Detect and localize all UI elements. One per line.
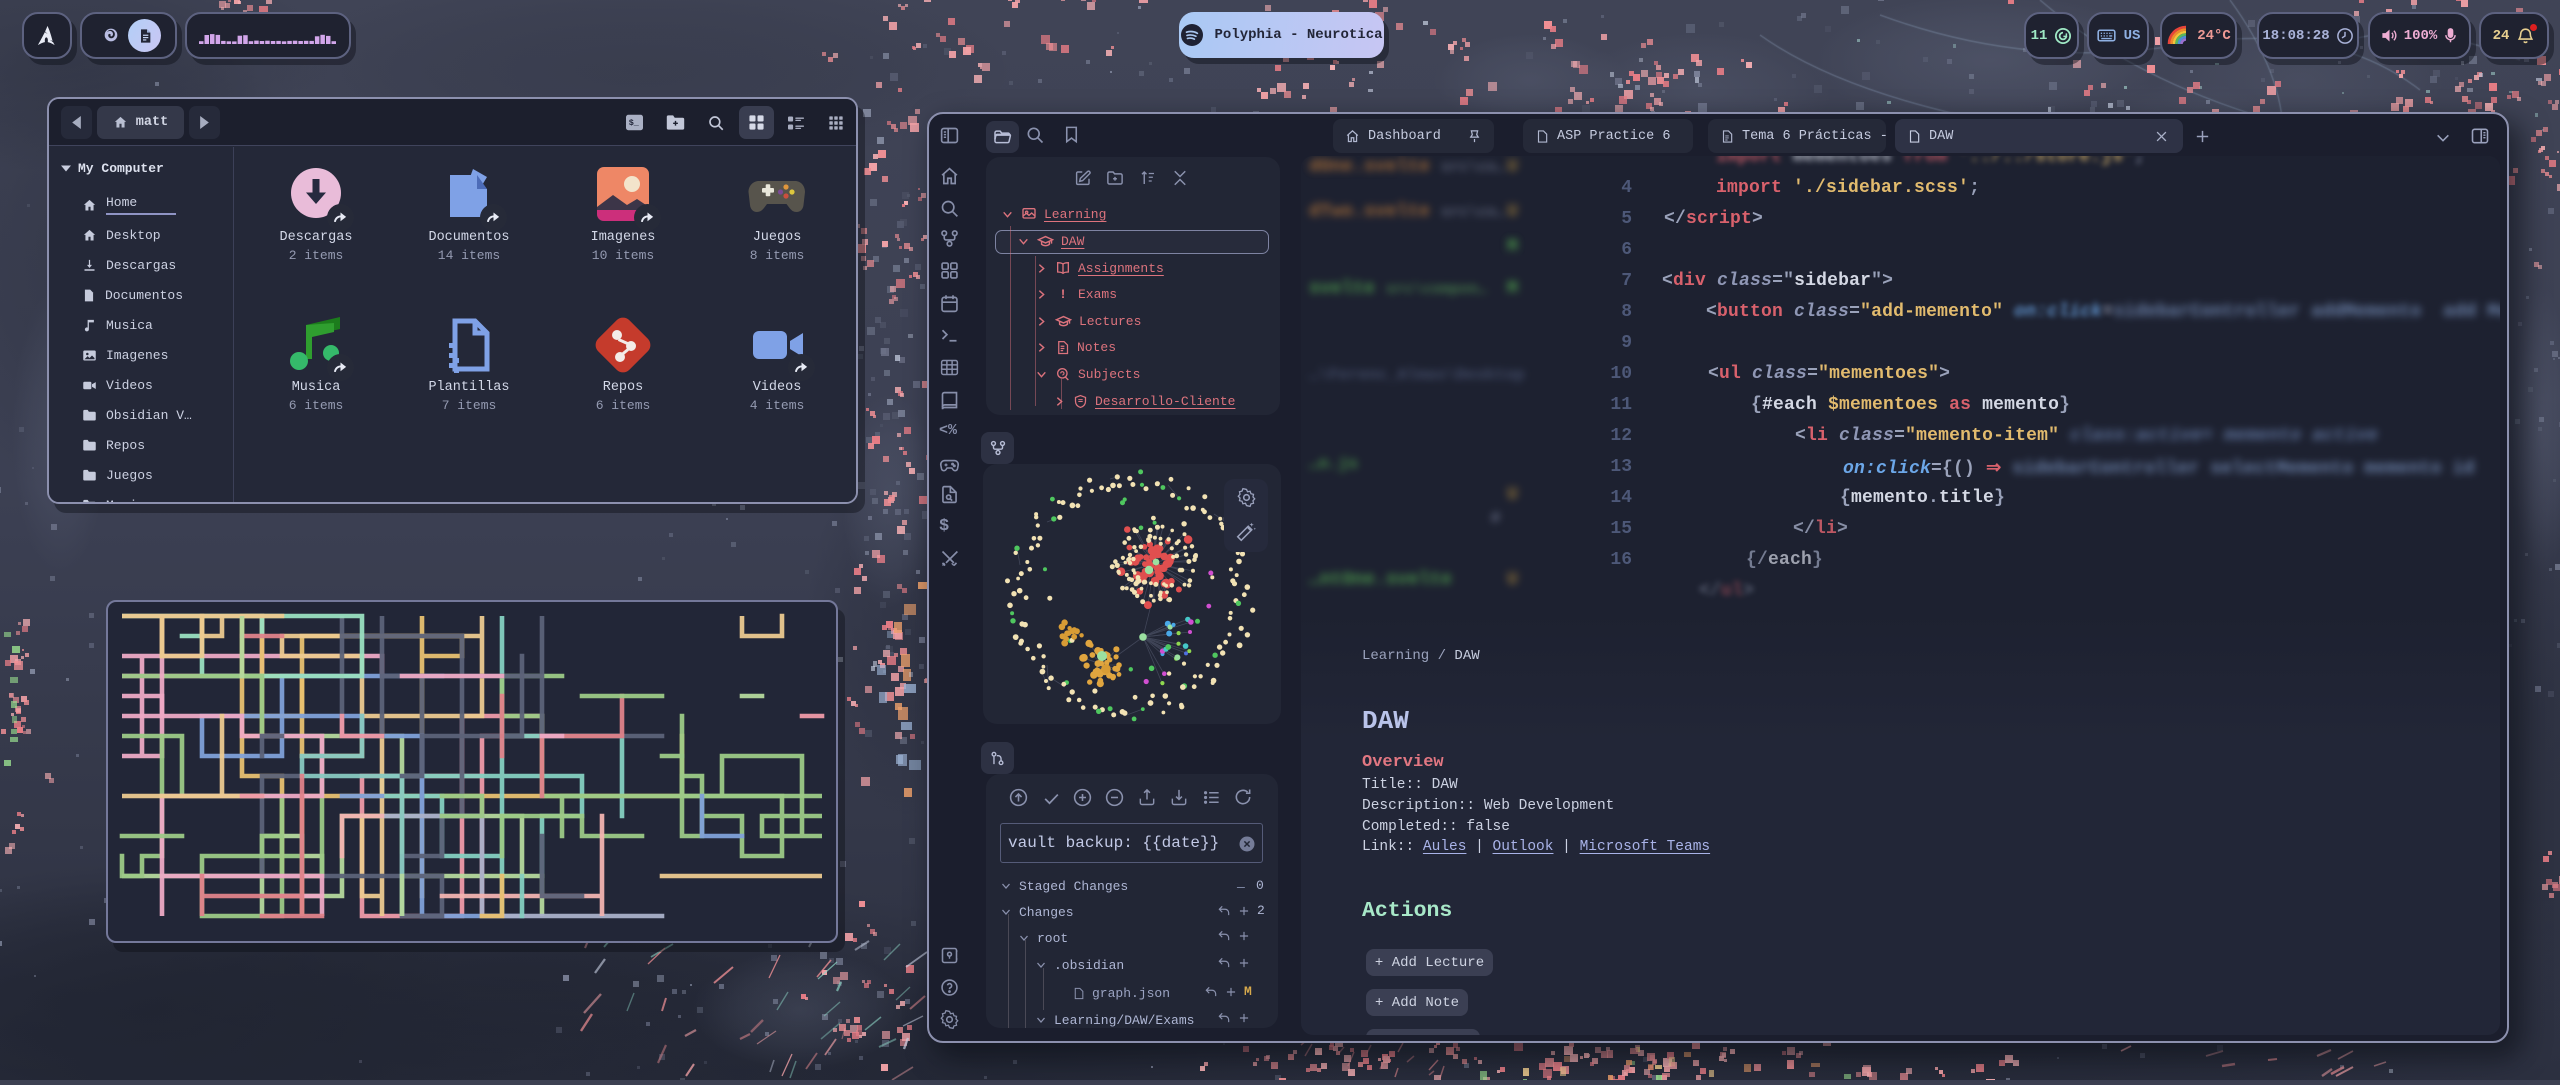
svg-text:$_: $_ [628, 118, 639, 128]
